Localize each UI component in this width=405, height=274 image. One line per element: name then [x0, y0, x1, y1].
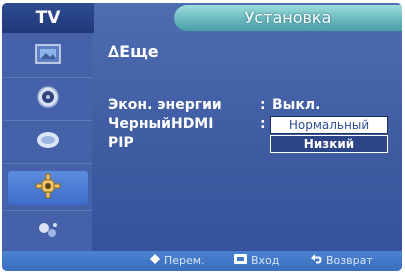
menu-header: TV Установка — [2, 3, 402, 33]
channel-icon — [35, 129, 61, 155]
section-title: ∆Еще — [108, 42, 159, 61]
hint-enter-label: Вход — [251, 254, 280, 267]
input-icon — [35, 219, 61, 245]
tv-osd-screen: TV Установка ∆Еще Экон. энергии: Выкл. … — [2, 3, 402, 271]
sidebar-item-sound[interactable] — [8, 82, 88, 116]
return-arrow-icon — [310, 254, 326, 267]
source-label: TV — [2, 3, 94, 33]
row-separator: : — [260, 97, 266, 113]
enter-icon — [234, 254, 251, 267]
button-hint-bar: Перем. Вход Возврат — [2, 251, 402, 271]
energy-saving-value[interactable]: Выкл. — [272, 97, 320, 113]
sound-icon — [36, 85, 60, 113]
sidebar-item-picture[interactable] — [8, 39, 88, 73]
sidebar-item-input[interactable] — [8, 215, 88, 249]
picture-icon — [35, 43, 61, 69]
hdmi-option-normal[interactable]: Нормальный — [270, 116, 388, 134]
menu-content: ∆Еще Экон. энергии : Выкл. ЧерныйHDMI : … — [92, 33, 402, 251]
sidebar-item-setup[interactable] — [8, 171, 88, 205]
pip-label[interactable]: PIP — [108, 135, 134, 151]
sidebar-divider — [2, 210, 92, 211]
hdmi-option-low[interactable]: Низкий — [270, 135, 388, 153]
sidebar-divider — [2, 163, 92, 164]
category-sidebar — [2, 33, 92, 251]
menu-title: Установка — [174, 5, 402, 31]
move-diamond-icon — [150, 254, 164, 267]
setup-gear-icon — [35, 173, 61, 203]
sidebar-divider — [2, 120, 92, 121]
hint-enter: Вход — [234, 254, 279, 267]
hint-move-label: Перем. — [164, 254, 205, 267]
hint-return: Возврат — [310, 254, 373, 267]
hint-return-label: Возврат — [326, 254, 373, 267]
sidebar-divider — [2, 77, 92, 78]
sidebar-item-channel[interactable] — [8, 125, 88, 159]
hint-move: Перем. — [150, 254, 205, 267]
energy-saving-label[interactable]: Экон. энергии — [108, 97, 222, 113]
row-separator: : — [260, 116, 266, 132]
black-hdmi-label[interactable]: ЧерныйHDMI — [108, 116, 213, 132]
